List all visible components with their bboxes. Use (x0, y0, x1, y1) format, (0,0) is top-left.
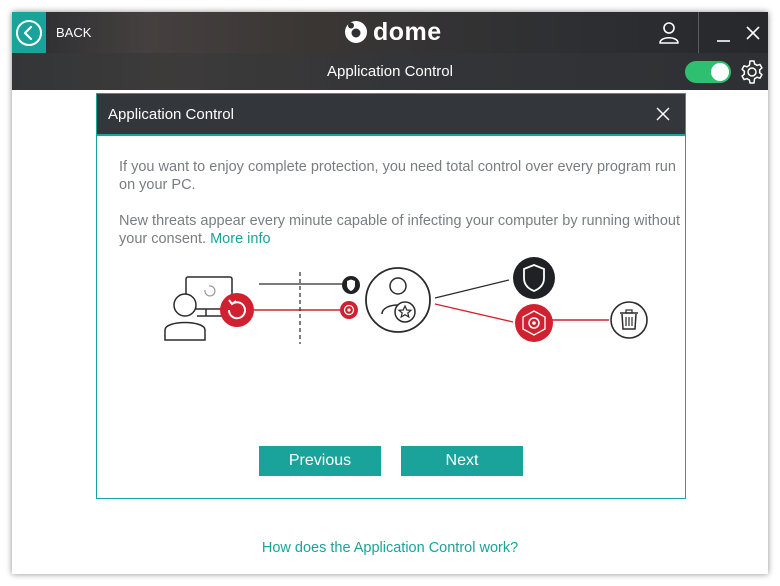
minimize-icon (717, 40, 730, 42)
threat-line-right (434, 303, 514, 323)
next-button[interactable]: Next (401, 446, 523, 476)
gear-icon (741, 60, 763, 84)
virus-icon (515, 304, 553, 342)
application-control-illustration (164, 257, 648, 344)
titlebar-separator (698, 12, 699, 53)
settings-button[interactable] (739, 59, 765, 85)
application-control-toggle[interactable] (685, 61, 731, 83)
toggle-knob (711, 63, 729, 81)
close-icon (746, 26, 760, 40)
shield-icon (342, 276, 360, 294)
dialog-title: Application Control (108, 106, 234, 123)
user-account-button[interactable] (658, 21, 680, 45)
back-label[interactable]: BACK (56, 25, 91, 40)
section-title: Application Control (327, 63, 453, 80)
logo-text: dome (373, 18, 442, 46)
trash-icon (610, 301, 648, 339)
close-icon (656, 107, 670, 121)
dialog-close-button[interactable] (656, 107, 670, 121)
title-bar: BACK dome (12, 12, 768, 53)
threats-paragraph: New threats appear every minute capable … (119, 212, 685, 248)
application-control-dialog: Application Control If you want to enjoy… (96, 93, 686, 499)
more-info-link[interactable]: More info (210, 231, 270, 247)
how-it-works-link[interactable]: How does the Application Control work? (12, 540, 768, 556)
dome-logo: dome (344, 18, 442, 46)
back-button[interactable] (12, 12, 46, 53)
virus-icon (340, 301, 358, 319)
threats-text: New threats appear every minute capable … (119, 213, 680, 247)
close-window-button[interactable] (745, 25, 761, 41)
chevron-left-icon (16, 19, 42, 46)
safe-line-right (434, 279, 510, 299)
previous-button[interactable]: Previous (259, 446, 381, 476)
user-star-icon (365, 267, 431, 333)
refresh-threat-icon (220, 293, 254, 327)
user-icon (164, 293, 206, 341)
panda-logo-icon (345, 21, 367, 43)
intro-paragraph: If you want to enjoy complete protection… (119, 159, 676, 193)
user-icon (659, 22, 679, 44)
minimize-button[interactable] (717, 30, 730, 42)
section-bar: Application Control (12, 53, 768, 90)
shield-icon (513, 257, 555, 299)
app-window: BACK dome Application Control Applicatio… (12, 12, 768, 574)
dialog-header: Application Control (97, 94, 685, 134)
dialog-header-accent (97, 134, 685, 136)
